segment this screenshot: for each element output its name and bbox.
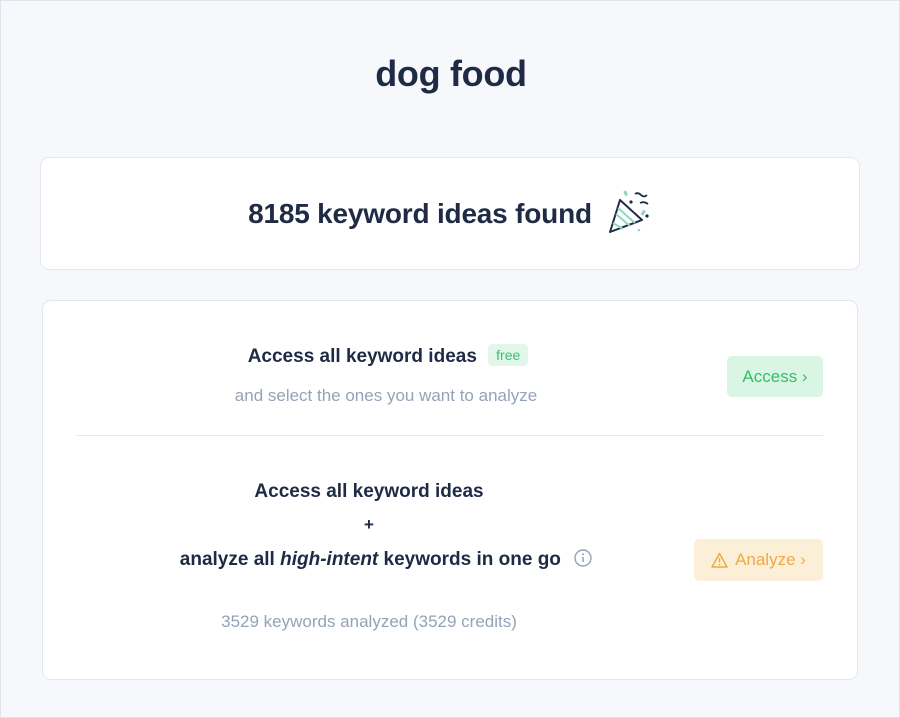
access-option-title: Access all keyword ideas free xyxy=(43,344,733,368)
credits-text: 3529 keywords analyzed (3529 credits) xyxy=(221,612,517,631)
keyword-count-text: 8185 keyword ideas found xyxy=(248,197,592,229)
page-title: dog food xyxy=(375,53,527,94)
free-badge: free xyxy=(488,344,529,366)
analyze-option-title: Access all keyword ideas xyxy=(254,481,484,502)
info-icon[interactable] xyxy=(574,549,592,567)
results-summary-card: 8185 keyword ideas found xyxy=(40,157,860,270)
analyze-button[interactable]: Analyze › xyxy=(694,539,823,581)
access-button[interactable]: Access › xyxy=(727,356,823,397)
access-option-title-text: Access all keyword ideas xyxy=(247,346,477,367)
high-intent-emphasis: high-intent xyxy=(280,549,379,570)
divider xyxy=(77,435,823,436)
options-card: Access all keyword ideas free and select… xyxy=(42,300,858,680)
analyze-button-label: Analyze › xyxy=(735,550,806,569)
analyze-option-description: analyze all high-intent keywords in one … xyxy=(43,549,729,571)
analyze-description-suffix: keywords in one go xyxy=(378,549,561,570)
warning-icon xyxy=(711,552,728,569)
page-frame: dog food 8185 keyword ideas found Access… xyxy=(0,0,900,718)
plus-sign: + xyxy=(364,515,374,534)
access-option-subtitle: and select the ones you want to analyze xyxy=(234,386,538,405)
analyze-description-prefix: analyze all xyxy=(179,549,281,570)
party-popper-icon xyxy=(604,189,652,238)
